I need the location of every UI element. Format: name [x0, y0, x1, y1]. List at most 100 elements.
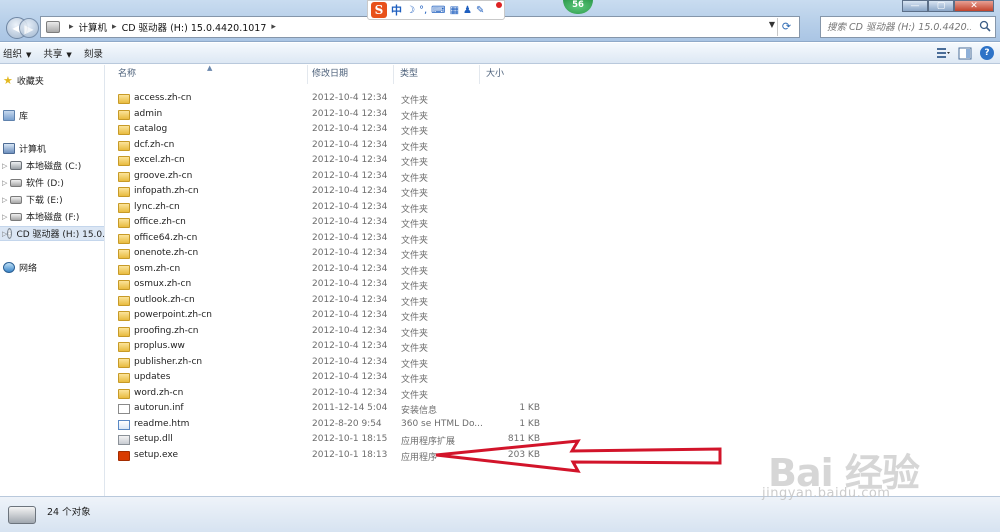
- column-header-type[interactable]: 类型: [394, 65, 480, 84]
- file-name: proofing.zh-cn: [134, 325, 199, 336]
- file-row[interactable]: setup.dll 2012-10-1 18:15 应用程序扩展 811 KB: [116, 433, 556, 448]
- close-button[interactable]: ✕: [954, 0, 994, 12]
- address-dropdown-icon[interactable]: ▼: [769, 20, 775, 29]
- search-box[interactable]: [820, 16, 996, 38]
- toolbox-icon[interactable]: ▦: [450, 5, 459, 16]
- chevron-down-icon: ▼: [26, 51, 32, 59]
- folder-icon: [118, 233, 130, 244]
- preview-pane-icon[interactable]: [958, 47, 972, 60]
- nav-computer[interactable]: 计算机: [0, 141, 104, 156]
- nav-libraries[interactable]: 库: [0, 108, 104, 123]
- file-name: outlook.zh-cn: [134, 294, 195, 305]
- file-type: 文件夹: [401, 142, 429, 153]
- file-row[interactable]: groove.zh-cn 2012-10-4 12:34 文件夹: [116, 170, 556, 185]
- minimize-button[interactable]: —: [902, 0, 928, 12]
- refresh-icon[interactable]: ⟳: [777, 18, 795, 36]
- folder-icon: [118, 249, 130, 259]
- file-row[interactable]: dcf.zh-cn 2012-10-4 12:34 文件夹: [116, 139, 556, 154]
- file-type: 文件夹: [401, 313, 429, 323]
- search-icon[interactable]: [979, 20, 991, 32]
- breadcrumb-computer[interactable]: 计算机: [79, 20, 108, 34]
- file-name: proplus.ww: [134, 341, 185, 351]
- ime-mode-toggle[interactable]: 中: [391, 2, 402, 18]
- file-row[interactable]: proplus.ww 2012-10-4 12:34 文件夹: [116, 340, 556, 355]
- window-controls: — ▢ ✕: [902, 0, 994, 12]
- expand-arrow-icon[interactable]: ▷: [2, 213, 10, 221]
- folder-icon: [118, 109, 130, 120]
- sogou-logo-icon[interactable]: S: [371, 2, 387, 18]
- search-input[interactable]: [821, 17, 971, 37]
- breadcrumb-separator-icon[interactable]: ▸: [271, 22, 276, 32]
- nav-network[interactable]: 网络: [0, 260, 104, 275]
- file-date: 2012-10-4 12:34: [312, 310, 388, 320]
- file-row[interactable]: publisher.zh-cn 2012-10-4 12:34 文件夹: [116, 356, 556, 371]
- punctuation-icon[interactable]: °,: [419, 5, 427, 16]
- file-row[interactable]: osmux.zh-cn 2012-10-4 12:34 文件夹: [116, 278, 556, 293]
- column-header-size[interactable]: 大小: [480, 65, 542, 84]
- file-name: office.zh-cn: [134, 217, 186, 227]
- file-row[interactable]: onenote.zh-cn 2012-10-4 12:34 文件夹: [116, 247, 556, 262]
- wrench-icon[interactable]: ✎: [476, 5, 484, 16]
- moon-icon[interactable]: ☽: [406, 5, 415, 16]
- file-row[interactable]: osm.zh-cn 2012-10-4 12:34 文件夹: [116, 263, 556, 278]
- file-name: osmux.zh-cn: [134, 279, 192, 289]
- file-row[interactable]: proofing.zh-cn 2012-10-4 12:34 文件夹: [116, 325, 556, 340]
- help-icon[interactable]: ?: [980, 46, 994, 60]
- file-row[interactable]: excel.zh-cn 2012-10-4 12:34 文件夹: [116, 154, 556, 169]
- share-button[interactable]: 共享 ▼: [40, 46, 80, 60]
- file-row[interactable]: word.zh-cn 2012-10-4 12:34 文件夹: [116, 387, 556, 402]
- nav-drive-f[interactable]: ▷ 本地磁盘 (F:): [0, 209, 104, 224]
- file-type: 文件夹: [401, 235, 429, 246]
- file-row[interactable]: office.zh-cn 2012-10-4 12:34 文件夹: [116, 216, 556, 231]
- file-row[interactable]: outlook.zh-cn 2012-10-4 12:34 文件夹: [116, 294, 556, 309]
- share-label: 共享: [43, 49, 63, 60]
- file-size: 811 KB: [507, 434, 540, 444]
- file-row[interactable]: autorun.inf 2011-12-14 5:04 安装信息 1 KB: [116, 402, 556, 417]
- skin-icon[interactable]: ♟: [463, 5, 472, 16]
- folder-icon: [118, 187, 130, 197]
- organize-button[interactable]: 组织 ▼: [0, 46, 40, 60]
- nav-drive-e[interactable]: ▷ 下载 (E:): [0, 192, 104, 207]
- file-type: 文件夹: [401, 96, 429, 106]
- file-row[interactable]: readme.htm 2012-8-20 9:54 360 se HTML Do..…: [116, 418, 556, 433]
- file-type: 文件夹: [401, 111, 429, 122]
- column-header-name[interactable]: 名称: [112, 65, 308, 84]
- ime-close-icon[interactable]: [496, 2, 502, 8]
- burn-button[interactable]: 刻录: [81, 46, 112, 60]
- file-date: 2012-10-4 12:34: [312, 263, 388, 274]
- file-row[interactable]: infopath.zh-cn 2012-10-4 12:34 文件夹: [116, 185, 556, 200]
- keyboard-icon[interactable]: ⌨: [431, 5, 445, 16]
- nav-drive-h[interactable]: ▷ CD 驱动器 (H:) 15.0.: [0, 226, 105, 241]
- file-date: 2012-10-4 12:34: [312, 248, 388, 258]
- expand-arrow-icon[interactable]: ▷: [2, 196, 10, 204]
- forward-button[interactable]: ▶: [19, 18, 39, 38]
- column-header-date[interactable]: 修改日期: [306, 65, 394, 84]
- file-row[interactable]: office64.zh-cn 2012-10-4 12:34 文件夹: [116, 232, 556, 247]
- nav-drive-c[interactable]: ▷ 本地磁盘 (C:): [0, 158, 104, 173]
- file-row[interactable]: admin 2012-10-4 12:34 文件夹: [116, 108, 556, 123]
- file-row[interactable]: powerpoint.zh-cn 2012-10-4 12:34 文件夹: [116, 309, 556, 324]
- view-options-icon[interactable]: [936, 47, 950, 60]
- folder-icon: [118, 156, 130, 166]
- file-name: office64.zh-cn: [134, 232, 198, 243]
- breadcrumb-separator-icon[interactable]: ▸: [112, 22, 117, 32]
- file-row[interactable]: updates 2012-10-4 12:34 文件夹: [116, 371, 556, 386]
- item-count: 24 个对象: [47, 507, 91, 518]
- breadcrumb-separator-icon[interactable]: ▸: [69, 22, 74, 32]
- file-row[interactable]: catalog 2012-10-4 12:34 文件夹: [116, 123, 556, 138]
- expand-arrow-icon[interactable]: ▷: [2, 179, 10, 187]
- file-row[interactable]: lync.zh-cn 2012-10-4 12:34 文件夹: [116, 201, 556, 216]
- breadcrumb-cd-drive[interactable]: CD 驱动器 (H:) 15.0.4420.1017: [122, 20, 267, 34]
- nav-favorites[interactable]: ★ 收藏夹: [0, 73, 104, 88]
- file-name: word.zh-cn: [134, 387, 184, 398]
- file-date: 2012-10-4 12:34: [312, 186, 388, 196]
- file-row[interactable]: access.zh-cn 2012-10-4 12:34 文件夹: [116, 92, 556, 107]
- nav-label: CD 驱动器 (H:) 15.0.: [16, 230, 105, 240]
- maximize-button[interactable]: ▢: [928, 0, 954, 12]
- file-row[interactable]: setup.exe 2012-10-1 18:13 应用程序 203 KB: [116, 449, 556, 464]
- nav-drive-d[interactable]: ▷ 软件 (D:): [0, 175, 104, 190]
- file-date: 2011-12-14 5:04: [312, 403, 388, 413]
- expand-arrow-icon[interactable]: ▷: [2, 162, 10, 170]
- folder-icon: [118, 218, 130, 228]
- cd-drive-icon: [8, 506, 36, 524]
